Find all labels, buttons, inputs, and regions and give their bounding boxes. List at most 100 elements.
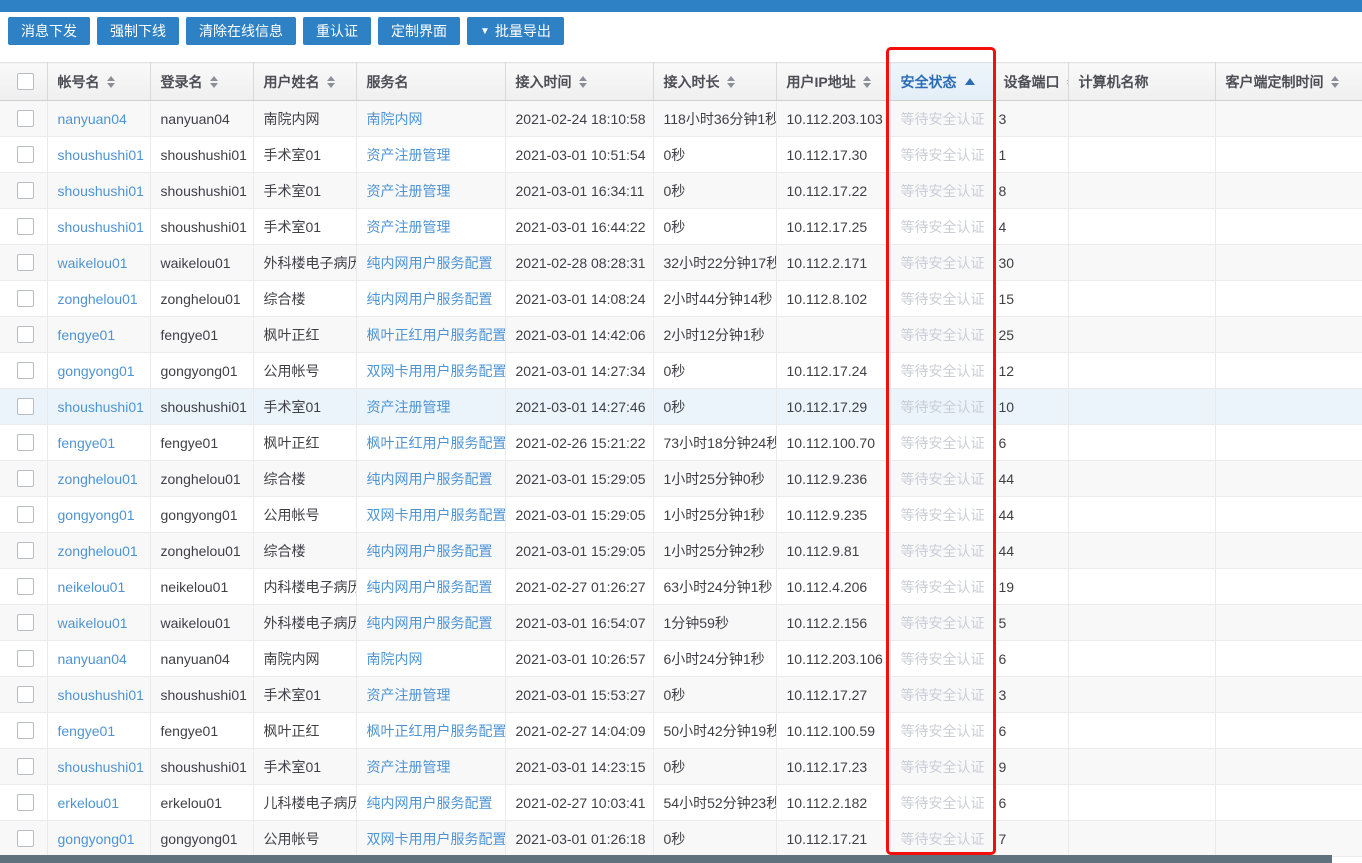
account-name-link[interactable]: zonghelou01	[47, 532, 151, 569]
table-row[interactable]: gongyong01 gongyong01 公用帐号 双网卡用用户服务配置 2021-0…	[0, 820, 1362, 857]
row-checkbox[interactable]	[17, 830, 34, 848]
service-name-link[interactable]: 枫叶正红用户服务配置	[356, 712, 506, 749]
account-name-link[interactable]: gongyong01	[47, 352, 151, 389]
service-name-link[interactable]: 资产注册管理	[356, 676, 506, 713]
table-row[interactable]: shoushushi01 shoushushi01 手术室01 资产注册管理 2021-…	[0, 136, 1362, 173]
service-name-link[interactable]: 资产注册管理	[356, 208, 506, 245]
account-name-link[interactable]: shoushushi01	[47, 388, 151, 425]
account-name-link[interactable]: fengye01	[47, 424, 151, 461]
table-row[interactable]: waikelou01 waikelou01 外科楼电子病历 纯内网用户服务配置 2021…	[0, 244, 1362, 281]
row-checkbox[interactable]	[17, 398, 34, 416]
table-row[interactable]: erkelou01 erkelou01 儿科楼电子病历 纯内网用户服务配置 2021-0…	[0, 784, 1362, 821]
toolbar-button-5[interactable]: 定制界面	[378, 17, 460, 45]
column-header-account[interactable]: 帐号名	[47, 62, 151, 101]
table-row[interactable]: shoushushi01 shoushushi01 手术室01 资产注册管理 2021-…	[0, 748, 1362, 785]
row-checkbox[interactable]	[17, 542, 34, 560]
horizontal-scrollbar-thumb[interactable]	[0, 855, 1332, 863]
row-checkbox[interactable]	[17, 218, 34, 236]
account-name-link[interactable]: shoushushi01	[47, 172, 151, 209]
service-name-link[interactable]: 纯内网用户服务配置	[356, 280, 506, 317]
service-name-link[interactable]: 资产注册管理	[356, 136, 506, 173]
column-header-username[interactable]: 用户姓名	[253, 62, 357, 101]
table-row[interactable]: zonghelou01 zonghelou01 综合楼 纯内网用户服务配置 2021-0…	[0, 280, 1362, 317]
account-name-link[interactable]: waikelou01	[47, 604, 151, 641]
column-header-access_time[interactable]: 接入时间	[505, 62, 654, 101]
toolbar-button-4[interactable]: 重认证	[303, 17, 371, 45]
service-name-link[interactable]: 资产注册管理	[356, 388, 506, 425]
table-row[interactable]: fengye01 fengye01 枫叶正红 枫叶正红用户服务配置 2021-03-01…	[0, 316, 1362, 353]
column-header-ip[interactable]: 用户IP地址	[776, 62, 891, 101]
select-all-header[interactable]	[0, 62, 48, 101]
account-name-link[interactable]: shoushushi01	[47, 676, 151, 713]
toolbar-button-1[interactable]: 消息下发	[8, 17, 90, 45]
service-name-link[interactable]: 双网卡用用户服务配置	[356, 352, 506, 389]
service-name-link[interactable]: 双网卡用用户服务配置	[356, 496, 506, 533]
account-name-link[interactable]: zonghelou01	[47, 460, 151, 497]
row-checkbox[interactable]	[17, 326, 34, 344]
column-header-security[interactable]: 安全状态	[890, 62, 994, 101]
column-header-duration[interactable]: 接入时长	[653, 62, 777, 101]
service-name-link[interactable]: 纯内网用户服务配置	[356, 568, 506, 605]
table-row[interactable]: gongyong01 gongyong01 公用帐号 双网卡用用户服务配置 2021-0…	[0, 496, 1362, 533]
row-checkbox[interactable]	[17, 794, 34, 812]
column-header-port[interactable]: 设备端口	[993, 62, 1069, 101]
service-name-link[interactable]: 南院内网	[356, 100, 506, 137]
table-row[interactable]: nanyuan04 nanyuan04 南院内网 南院内网 2021-02-24 18:…	[0, 100, 1362, 137]
row-checkbox[interactable]	[17, 290, 34, 308]
table-row[interactable]: shoushushi01 shoushushi01 手术室01 资产注册管理 2021-…	[0, 172, 1362, 209]
account-name-link[interactable]: fengye01	[47, 316, 151, 353]
account-name-link[interactable]: shoushushi01	[47, 208, 151, 245]
row-checkbox[interactable]	[17, 614, 34, 632]
account-name-link[interactable]: gongyong01	[47, 820, 151, 857]
table-row[interactable]: shoushushi01 shoushushi01 手术室01 资产注册管理 2021-…	[0, 388, 1362, 425]
service-name-link[interactable]: 枫叶正红用户服务配置	[356, 316, 506, 353]
table-row[interactable]: zonghelou01 zonghelou01 综合楼 纯内网用户服务配置 2021-0…	[0, 460, 1362, 497]
toolbar-button-3[interactable]: 清除在线信息	[186, 17, 296, 45]
table-row[interactable]: shoushushi01 shoushushi01 手术室01 资产注册管理 2021-…	[0, 208, 1362, 245]
service-name-link[interactable]: 纯内网用户服务配置	[356, 784, 506, 821]
account-name-link[interactable]: gongyong01	[47, 496, 151, 533]
account-name-link[interactable]: nanyuan04	[47, 640, 151, 677]
select-all-checkbox[interactable]	[17, 73, 34, 91]
row-checkbox[interactable]	[17, 758, 34, 776]
column-header-login[interactable]: 登录名	[150, 62, 254, 101]
toolbar-button-6[interactable]: ▼ 批量导出	[467, 17, 564, 45]
row-checkbox[interactable]	[17, 182, 34, 200]
table-row[interactable]: shoushushi01 shoushushi01 手术室01 资产注册管理 2021-…	[0, 676, 1362, 713]
row-checkbox[interactable]	[17, 650, 34, 668]
table-row[interactable]: gongyong01 gongyong01 公用帐号 双网卡用用户服务配置 2021-0…	[0, 352, 1362, 389]
table-row[interactable]: fengye01 fengye01 枫叶正红 枫叶正红用户服务配置 2021-02-26…	[0, 424, 1362, 461]
account-name-link[interactable]: neikelou01	[47, 568, 151, 605]
account-name-link[interactable]: waikelou01	[47, 244, 151, 281]
account-name-link[interactable]: shoushushi01	[47, 748, 151, 785]
service-name-link[interactable]: 纯内网用户服务配置	[356, 604, 506, 641]
row-checkbox[interactable]	[17, 146, 34, 164]
table-row[interactable]: zonghelou01 zonghelou01 综合楼 纯内网用户服务配置 2021-0…	[0, 532, 1362, 569]
account-name-link[interactable]: erkelou01	[47, 784, 151, 821]
toolbar-button-2[interactable]: 强制下线	[97, 17, 179, 45]
account-name-link[interactable]: zonghelou01	[47, 280, 151, 317]
account-name-link[interactable]: fengye01	[47, 712, 151, 749]
row-checkbox[interactable]	[17, 110, 34, 128]
service-name-link[interactable]: 枫叶正红用户服务配置	[356, 424, 506, 461]
service-name-link[interactable]: 纯内网用户服务配置	[356, 532, 506, 569]
service-name-link[interactable]: 南院内网	[356, 640, 506, 677]
table-row[interactable]: neikelou01 neikelou01 内科楼电子病历 纯内网用户服务配置 2021…	[0, 568, 1362, 605]
row-checkbox[interactable]	[17, 578, 34, 596]
account-name-link[interactable]: nanyuan04	[47, 100, 151, 137]
column-header-client_time[interactable]: 客户端定制时间	[1215, 62, 1362, 101]
service-name-link[interactable]: 资产注册管理	[356, 172, 506, 209]
row-checkbox[interactable]	[17, 434, 34, 452]
row-checkbox[interactable]	[17, 470, 34, 488]
table-row[interactable]: fengye01 fengye01 枫叶正红 枫叶正红用户服务配置 2021-02-27…	[0, 712, 1362, 749]
service-name-link[interactable]: 双网卡用用户服务配置	[356, 820, 506, 857]
row-checkbox[interactable]	[17, 362, 34, 380]
row-checkbox[interactable]	[17, 722, 34, 740]
table-row[interactable]: nanyuan04 nanyuan04 南院内网 南院内网 2021-03-01 10:…	[0, 640, 1362, 677]
account-name-link[interactable]: shoushushi01	[47, 136, 151, 173]
row-checkbox[interactable]	[17, 506, 34, 524]
service-name-link[interactable]: 纯内网用户服务配置	[356, 244, 506, 281]
row-checkbox[interactable]	[17, 686, 34, 704]
service-name-link[interactable]: 资产注册管理	[356, 748, 506, 785]
service-name-link[interactable]: 纯内网用户服务配置	[356, 460, 506, 497]
